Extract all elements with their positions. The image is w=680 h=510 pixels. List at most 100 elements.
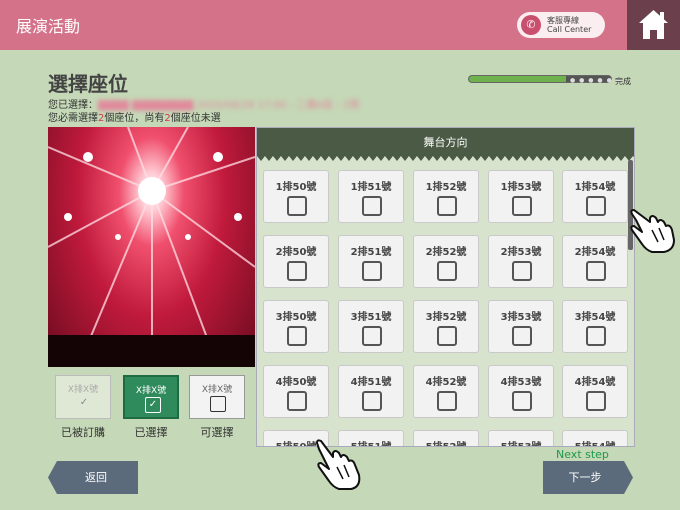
seat-label: 5排52號 [414, 438, 478, 446]
home-button[interactable] [627, 0, 680, 50]
seat-checkbox[interactable] [437, 196, 457, 216]
empty-box-icon [210, 396, 226, 412]
legend-booked: X排X號 ✓ [55, 375, 111, 419]
seat-label: 4排54號 [574, 377, 616, 388]
seat-button[interactable]: 2排54號 [562, 235, 628, 288]
seat-checkbox[interactable] [287, 326, 307, 346]
seat-button[interactable]: 5排52號 [413, 430, 479, 446]
seat-checkbox[interactable] [437, 391, 457, 411]
seat-button[interactable]: 1排53號 [488, 170, 554, 223]
seat-label: 5排53號 [489, 438, 553, 446]
stage-edge [257, 156, 634, 161]
seat-label: 2排51號 [350, 247, 392, 258]
seat-checkbox[interactable] [287, 391, 307, 411]
back-button[interactable]: 返回 [48, 461, 138, 494]
seat-map: 1排50號 1排51號 1排52號 1排53號 1排54號 2排50號 2排51號 2排52號… [256, 127, 635, 447]
legend-booked-text: X排X號 [67, 385, 99, 395]
seat-button[interactable]: 2排52號 [413, 235, 479, 288]
stage-direction-banner: 舞台方向 [257, 128, 634, 156]
seat-checkbox[interactable] [512, 196, 532, 216]
seat-button[interactable]: 1排52號 [413, 170, 479, 223]
hand-pointer-icon [316, 439, 361, 490]
seat-label: 1排50號 [275, 182, 317, 193]
seat-button[interactable]: 3排53號 [488, 300, 554, 353]
seat-button[interactable]: 5排53號 [488, 430, 554, 446]
phone-icon: ✆ [521, 15, 541, 35]
home-icon [639, 10, 668, 39]
page-title: 選擇座位 [48, 72, 128, 96]
seat-label: 2排54號 [574, 247, 616, 258]
seat-checkbox[interactable] [586, 261, 606, 281]
seat-button[interactable]: 1排54號 [562, 170, 628, 223]
seat-button[interactable]: 2排50號 [263, 235, 329, 288]
seat-label: 4排51號 [350, 377, 392, 388]
seat-checkbox[interactable] [512, 391, 532, 411]
seat-checkbox[interactable] [586, 326, 606, 346]
next-step-hint: Next step [556, 448, 609, 461]
legend-selected-label: 已選擇 [134, 426, 168, 439]
seat-checkbox[interactable] [362, 196, 382, 216]
legend-booked-label: 已被訂購 [61, 426, 105, 439]
legend-available-text: X排X號 [201, 385, 233, 395]
seat-button[interactable]: 4排54號 [562, 365, 628, 418]
seat-button[interactable]: 1排50號 [263, 170, 329, 223]
seat-button[interactable]: 4排53號 [488, 365, 554, 418]
seat-label: 4排52號 [425, 377, 467, 388]
seat-button[interactable]: 3排50號 [263, 300, 329, 353]
seat-button[interactable]: 5排54號 [562, 430, 628, 446]
seat-label: 1排54號 [574, 182, 616, 193]
seat-button[interactable]: 2排51號 [338, 235, 404, 288]
legend-available-label: 可選擇 [200, 426, 234, 439]
seat-label: 3排53號 [500, 312, 542, 323]
hand-pointer-icon [630, 209, 675, 253]
seat-checkbox[interactable] [586, 196, 606, 216]
seat-label: 2排50號 [275, 247, 317, 258]
event-photo [48, 127, 255, 367]
seat-button[interactable]: 3排51號 [338, 300, 404, 353]
seat-button[interactable]: 4排52號 [413, 365, 479, 418]
next-step-button[interactable]: 下一步 [543, 461, 633, 494]
seat-checkbox[interactable] [512, 261, 532, 281]
need-middle: 個座位，尚有 [104, 113, 165, 124]
seat-label: 1排51號 [350, 182, 392, 193]
seat-checkbox[interactable] [287, 261, 307, 281]
seat-button[interactable]: 3排54號 [562, 300, 628, 353]
seat-checkbox[interactable] [287, 196, 307, 216]
checked-box-icon: ✓ [145, 397, 161, 413]
seat-label: 3排52號 [425, 312, 467, 323]
stage-lights-graphic [48, 127, 255, 367]
legend-selected-text: X排X號 [135, 386, 167, 396]
seat-label: 4排50號 [275, 377, 317, 388]
seat-button[interactable]: 4排50號 [263, 365, 329, 418]
header-bar: 展演活動 ✆ 客服專線 Call Center [0, 0, 680, 50]
seat-checkbox[interactable] [362, 326, 382, 346]
call-center-button[interactable]: ✆ 客服專線 Call Center [517, 12, 605, 38]
check-icon: ✓ [79, 397, 89, 408]
seat-button[interactable]: 2排53號 [488, 235, 554, 288]
seat-label: 3排54號 [574, 312, 616, 323]
seat-checkbox[interactable] [512, 326, 532, 346]
seat-label: 2排52號 [425, 247, 467, 258]
need-prefix: 您必需選擇 [48, 113, 98, 124]
seat-checkbox[interactable] [362, 261, 382, 281]
crowd-silhouette [48, 335, 255, 367]
call-center-en-label: Call Center [547, 25, 592, 34]
progress-label: 完成 [615, 77, 631, 86]
progress-fill [469, 76, 566, 82]
legend-available: X排X號 [189, 375, 245, 419]
seat-button[interactable]: 3排52號 [413, 300, 479, 353]
header-title: 展演活動 [16, 17, 81, 36]
seat-checkbox[interactable] [586, 391, 606, 411]
seat-label: 1排52號 [425, 182, 467, 193]
seat-button[interactable]: 1排51號 [338, 170, 404, 223]
seat-label: 5排54號 [563, 438, 627, 446]
seat-checkbox[interactable] [437, 326, 457, 346]
seat-requirement: 您必需選擇2個座位，尚有2個座位未選 [48, 109, 221, 124]
seat-checkbox[interactable] [437, 261, 457, 281]
seat-label: 3排51號 [350, 312, 392, 323]
seat-label: 4排53號 [500, 377, 542, 388]
seat-label: 1排53號 [500, 182, 542, 193]
seat-label: 3排50號 [275, 312, 317, 323]
seat-checkbox[interactable] [362, 391, 382, 411]
seat-button[interactable]: 4排51號 [338, 365, 404, 418]
